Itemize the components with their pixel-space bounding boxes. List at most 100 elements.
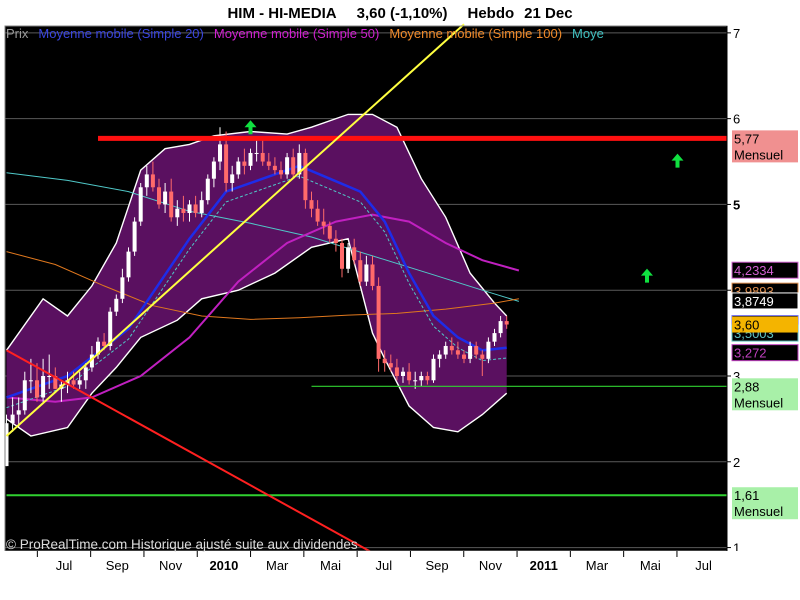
value-tag: 3,60 <box>732 316 798 333</box>
x-tick-label: Nov <box>479 558 503 573</box>
value-tag: 1,61Mensuel <box>732 487 798 520</box>
candle-body <box>28 380 33 382</box>
candle-body <box>285 157 290 175</box>
candle-body <box>376 285 381 359</box>
candle-body <box>364 264 369 282</box>
candle-body <box>236 161 241 175</box>
candle-body <box>462 354 466 359</box>
candle <box>138 182 143 226</box>
candle-body <box>279 170 283 175</box>
candle-body <box>187 204 192 214</box>
candle-body <box>498 321 503 334</box>
candle-body <box>413 380 418 382</box>
candle-body <box>169 191 174 218</box>
value-tag-text: 2,88 <box>734 379 759 394</box>
candle-body <box>138 187 143 222</box>
value-tag: 5,77Mensuel <box>732 130 798 163</box>
y-tick-label: 7 <box>733 26 740 41</box>
candle-body <box>309 200 314 209</box>
candle-body <box>370 264 375 286</box>
candle-body <box>419 376 424 381</box>
candle-body <box>150 174 155 188</box>
candle-body <box>437 354 442 359</box>
y-tick-label: 5 <box>733 197 740 212</box>
x-tick-label: Mai <box>640 558 661 573</box>
x-tick-label: Jul <box>375 558 392 573</box>
title-ticker: HIM - HI-MEDIA <box>227 5 336 22</box>
value-tag-text: 1,61 <box>734 488 759 503</box>
candle-body <box>358 260 363 282</box>
chart-legend: Prix Moyenne mobile (Simple 20) Moyenne mo… <box>6 26 604 41</box>
candle-body <box>346 247 351 269</box>
candle-body <box>401 371 405 376</box>
candle-body <box>291 157 296 175</box>
candle-body <box>211 161 216 179</box>
candle-body <box>407 371 412 381</box>
candle-body <box>431 358 436 381</box>
value-tag-sub: Mensuel <box>734 147 783 162</box>
candle-body <box>443 345 448 355</box>
value-tag-text: 3,272 <box>734 346 767 361</box>
candle-body <box>321 221 326 226</box>
candle-body <box>455 350 460 355</box>
candle-body <box>480 354 485 359</box>
candle-body <box>388 363 393 368</box>
candle <box>346 243 351 274</box>
candle-body <box>16 410 21 415</box>
candle <box>205 174 210 205</box>
candle-body <box>486 341 491 359</box>
candle-body <box>71 380 76 385</box>
candle-body <box>114 298 119 312</box>
x-tick-label: Sep <box>426 558 449 573</box>
y-tick-label: 6 <box>733 112 740 127</box>
candle-body <box>340 243 344 269</box>
candle-body <box>199 200 204 214</box>
candle-body <box>22 380 27 411</box>
value-tag-sub: Mensuel <box>734 395 783 410</box>
title-quote: 3,60 (-1,10%) <box>357 5 448 22</box>
candle-body <box>77 380 82 385</box>
candle-body <box>230 174 235 183</box>
candle-body <box>47 376 52 377</box>
x-axis: Jul Sep Nov 2010 Mar Mai Jul Sep Nov 2011 Mar Mai Ju… <box>0 551 800 600</box>
candle-body <box>382 358 387 364</box>
x-tick-label: Mar <box>266 558 289 573</box>
x-tick-label: 2010 <box>209 558 238 573</box>
x-tick-label: Mar <box>586 558 609 573</box>
candle-body <box>315 208 320 222</box>
candle-body <box>193 204 198 214</box>
value-tag: 3,272 <box>731 344 799 362</box>
copyright-notice: © ProRealTime.com Historique ajusté suit… <box>6 537 358 552</box>
candle-body <box>41 376 46 398</box>
candle-body <box>425 376 430 381</box>
candle-body <box>218 144 222 162</box>
candle-body <box>474 345 479 355</box>
value-tag-text: 4,2334 <box>734 263 774 278</box>
candle <box>303 148 308 209</box>
x-tick-label: Jul <box>695 558 712 573</box>
value-tag-text: 3,60 <box>734 318 759 333</box>
candle <box>376 277 381 372</box>
candle <box>132 217 137 256</box>
legend-item: Moyenne mobile (Simple 50) <box>214 26 379 41</box>
x-tick-label: Nov <box>159 558 183 573</box>
x-tick-label: Sep <box>106 558 129 573</box>
candle-body <box>242 161 247 166</box>
value-tag: 2,88Mensuel <box>732 378 798 411</box>
value-tag-text: 3,8749 <box>734 294 774 309</box>
candle-body <box>102 341 107 346</box>
legend-item: Moyenne mobile (Simple 100) <box>389 26 562 41</box>
candle <box>126 247 131 282</box>
legend-item: Moye <box>572 26 604 41</box>
candle-body <box>205 178 210 201</box>
candle-body <box>126 251 131 278</box>
candle-body <box>132 221 137 252</box>
candle-body <box>120 277 125 299</box>
candle-body <box>83 367 88 381</box>
title-date: 21 Dec <box>524 5 572 22</box>
candle-body <box>35 380 39 398</box>
price-chart[interactable]: 1234567 5,77Mensuel4,23343,98933,87493,6… <box>0 0 800 600</box>
candle-body <box>333 238 338 244</box>
chart-title: HIM - HI-MEDIA 3,60 (-1,10%) Hebdo 21 Dec <box>227 5 572 22</box>
x-tick-label: Jul <box>56 558 73 573</box>
